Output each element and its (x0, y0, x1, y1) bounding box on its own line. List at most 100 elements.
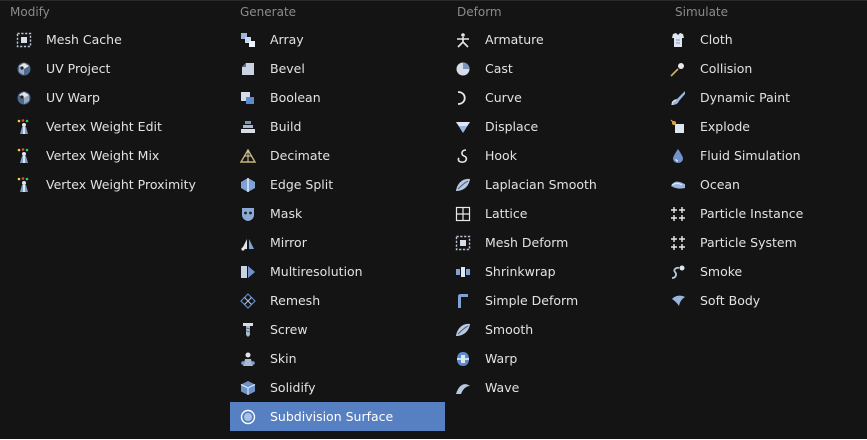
menu-item-boolean[interactable]: Boolean (230, 83, 445, 112)
menu-item-collision[interactable]: Collision (660, 54, 860, 83)
menu-item-warp[interactable]: Warp (445, 344, 660, 373)
menu-item-mesh-cache[interactable]: Mesh Cache (6, 25, 220, 54)
menu-item-label: Skin (270, 351, 297, 366)
smooth-icon (455, 322, 471, 338)
menu-item-label: Laplacian Smooth (485, 177, 597, 192)
menu-item-curve[interactable]: Curve (445, 83, 660, 112)
menu-item-particle-system[interactable]: Particle System (660, 228, 860, 257)
add-modifier-menu: Modify Mesh Cache UV Project UV Warp Vertex… (0, 0, 867, 439)
menu-item-label: Soft Body (700, 293, 761, 308)
cloth-icon (670, 32, 686, 48)
column-header-modify: Modify (10, 5, 50, 19)
remesh-icon (240, 292, 256, 309)
menu-item-simple-deform[interactable]: Simple Deform (445, 286, 660, 315)
menu-item-label: Vertex Weight Edit (46, 119, 162, 134)
solidify-icon (240, 380, 256, 396)
menu-item-fluid-simulation[interactable]: Fluid Simulation (660, 141, 860, 170)
menu-item-label: Edge Split (270, 177, 334, 192)
menu-item-label: Shrinkwrap (485, 264, 556, 279)
menu-item-label: Build (270, 119, 302, 134)
menu-item-wave[interactable]: Wave (445, 373, 660, 402)
menu-item-dynamic-paint[interactable]: Dynamic Paint (660, 83, 860, 112)
menu-item-lattice[interactable]: Lattice (445, 199, 660, 228)
displace-icon (455, 119, 471, 135)
menu-item-decimate[interactable]: Decimate (230, 141, 445, 170)
menu-item-vertex-weight-proximity[interactable]: Vertex Weight Proximity (6, 170, 220, 199)
shrinkwrap-icon (455, 264, 471, 280)
uv-project-icon (16, 61, 32, 77)
edge-split-icon (240, 177, 256, 193)
menu-item-label: Mesh Deform (485, 235, 569, 250)
menu-item-solidify[interactable]: Solidify (230, 373, 445, 402)
vertex-weight-icon (16, 147, 32, 164)
menu-item-label: Mirror (270, 235, 307, 250)
multiresolution-icon (240, 264, 256, 280)
fluid-simulation-icon (670, 148, 686, 164)
menu-item-armature[interactable]: Armature (445, 25, 660, 54)
menu-item-screw[interactable]: Screw (230, 315, 445, 344)
dynamic-paint-icon (670, 90, 686, 106)
skin-icon (240, 351, 256, 367)
menu-item-remesh[interactable]: Remesh (230, 286, 445, 315)
menu-item-vertex-weight-mix[interactable]: Vertex Weight Mix (6, 141, 220, 170)
menu-item-laplacian-smooth[interactable]: Laplacian Smooth (445, 170, 660, 199)
smooth-icon (455, 177, 471, 193)
menu-item-label: Particle System (700, 235, 797, 250)
column-header-simulate: Simulate (675, 5, 729, 19)
menu-item-label: Cloth (700, 32, 733, 47)
menu-item-label: Hook (485, 148, 517, 163)
boolean-icon (240, 90, 256, 106)
menu-item-soft-body[interactable]: Soft Body (660, 286, 860, 315)
menu-item-array[interactable]: Array (230, 25, 445, 54)
menu-item-label: UV Project (46, 61, 111, 76)
menu-item-label: Dynamic Paint (700, 90, 791, 105)
menu-item-label: Vertex Weight Mix (46, 148, 160, 163)
mesh-cache-icon (16, 32, 32, 48)
menu-item-label: Explode (700, 119, 750, 134)
menu-item-edge-split[interactable]: Edge Split (230, 170, 445, 199)
explode-icon (670, 119, 686, 135)
menu-item-label: Particle Instance (700, 206, 804, 221)
vertex-weight-icon (16, 176, 32, 193)
menu-item-label: Boolean (270, 90, 321, 105)
collision-icon (670, 61, 686, 77)
menu-item-build[interactable]: Build (230, 112, 445, 141)
subdivision-surface-icon (240, 409, 256, 425)
menu-item-label: Decimate (270, 148, 331, 163)
menu-item-label: Ocean (700, 177, 740, 192)
menu-item-particle-instance[interactable]: Particle Instance (660, 199, 860, 228)
menu-item-mask[interactable]: Mask (230, 199, 445, 228)
menu-item-smooth[interactable]: Smooth (445, 315, 660, 344)
menu-item-label: Mesh Cache (46, 32, 122, 47)
simple-deform-icon (455, 293, 471, 309)
menu-item-mesh-deform[interactable]: Mesh Deform (445, 228, 660, 257)
menu-item-cloth[interactable]: Cloth (660, 25, 860, 54)
menu-item-explode[interactable]: Explode (660, 112, 860, 141)
decimate-icon (240, 148, 256, 164)
menu-item-multiresolution[interactable]: Multiresolution (230, 257, 445, 286)
menu-item-label: Smooth (485, 322, 534, 337)
menu-item-uv-warp[interactable]: UV Warp (6, 83, 220, 112)
menu-item-hook[interactable]: Hook (445, 141, 660, 170)
menu-item-label: Simple Deform (485, 293, 579, 308)
menu-item-smoke[interactable]: Smoke (660, 257, 860, 286)
menu-item-shrinkwrap[interactable]: Shrinkwrap (445, 257, 660, 286)
menu-item-ocean[interactable]: Ocean (660, 170, 860, 199)
menu-item-label: Displace (485, 119, 539, 134)
menu-item-vertex-weight-edit[interactable]: Vertex Weight Edit (6, 112, 220, 141)
menu-item-label: Smoke (700, 264, 743, 279)
menu-item-label: Fluid Simulation (700, 148, 801, 163)
menu-item-skin[interactable]: Skin (230, 344, 445, 373)
menu-item-mirror[interactable]: Mirror (230, 228, 445, 257)
column-simulate: Simulate Cloth Collision Dynamic Paint Expl… (660, 1, 860, 440)
menu-item-bevel[interactable]: Bevel (230, 54, 445, 83)
mask-icon (240, 206, 256, 222)
menu-item-uv-project[interactable]: UV Project (6, 54, 220, 83)
menu-item-subdivision-surface[interactable]: Subdivision Surface (230, 402, 445, 431)
menu-item-displace[interactable]: Displace (445, 112, 660, 141)
hook-icon (455, 148, 471, 164)
menu-item-cast[interactable]: Cast (445, 54, 660, 83)
particles-icon (670, 235, 686, 251)
armature-icon (455, 32, 471, 48)
column-modify: Modify Mesh Cache UV Project UV Warp Vertex… (6, 1, 220, 440)
